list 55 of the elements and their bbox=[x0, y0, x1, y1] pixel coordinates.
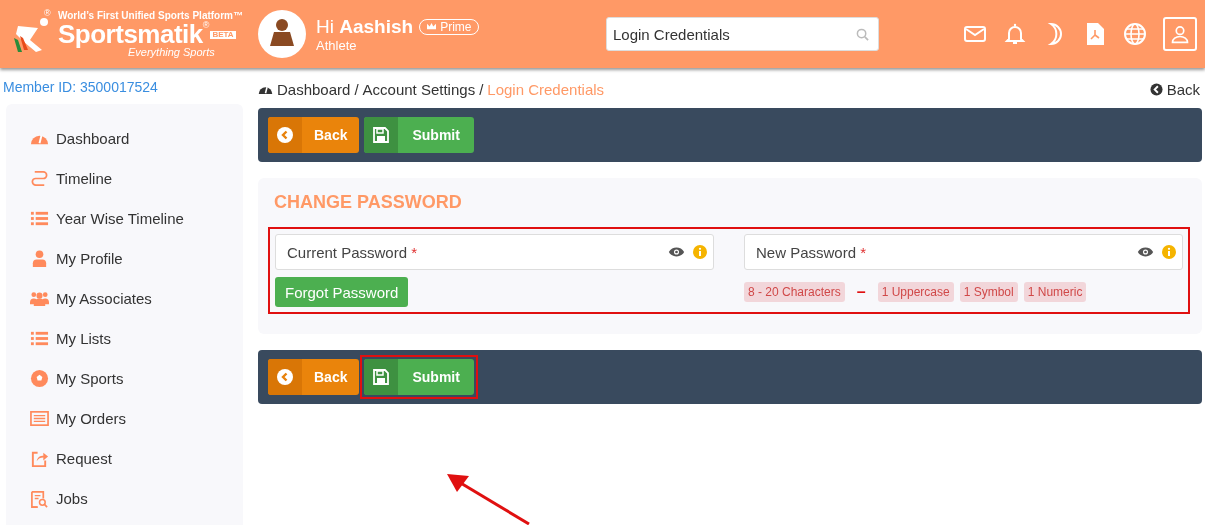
person-icon bbox=[30, 248, 49, 268]
chevron-left-icon bbox=[277, 127, 293, 143]
password-field[interactable]: New Password * bbox=[744, 234, 1183, 270]
breadcrumb-link[interactable]: Account Settings bbox=[362, 80, 476, 98]
greeting: Hi Aashish bbox=[316, 15, 414, 38]
password-field[interactable]: Current Password * bbox=[275, 234, 714, 270]
sidebar-item[interactable]: My Profile bbox=[30, 238, 123, 278]
dash: – bbox=[856, 283, 866, 301]
field-placeholder: Current Password * bbox=[287, 243, 419, 261]
crown-icon bbox=[426, 22, 438, 31]
route-icon bbox=[30, 168, 49, 188]
clipboard-search-icon bbox=[30, 488, 49, 508]
requirement-tag: 1 Uppercase bbox=[877, 282, 954, 302]
eye-icon[interactable] bbox=[668, 246, 685, 258]
registered-mark: ® bbox=[44, 8, 51, 18]
order-list-icon bbox=[30, 408, 49, 428]
breadcrumb-link[interactable]: Dashboard bbox=[277, 80, 351, 98]
slogan: Everything Sports bbox=[128, 47, 216, 58]
sidebar-item[interactable]: Request bbox=[30, 438, 112, 478]
info-icon[interactable] bbox=[693, 245, 707, 259]
sidebar-item[interactable]: Jobs bbox=[30, 478, 88, 518]
avatar[interactable] bbox=[258, 10, 306, 58]
beta-badge: BETA bbox=[210, 31, 236, 39]
field-placeholder: New Password * bbox=[756, 243, 868, 261]
registered-mark: ® bbox=[202, 21, 210, 30]
search-field[interactable]: Login Credentials bbox=[606, 17, 879, 51]
sidebar-item[interactable]: My Sports bbox=[30, 358, 124, 398]
breadcrumb-separator: / bbox=[479, 80, 484, 98]
sidebar-item[interactable]: My Lists bbox=[30, 318, 111, 358]
user-button[interactable] bbox=[1163, 17, 1197, 51]
info-icon[interactable] bbox=[1162, 245, 1176, 259]
sidebar-item[interactable]: My Orders bbox=[30, 398, 126, 438]
sidebar-item[interactable]: Year Wise Timeline bbox=[30, 198, 184, 238]
chevron-left-icon bbox=[277, 369, 293, 385]
search-icon bbox=[856, 28, 869, 41]
bell-icon[interactable] bbox=[1003, 22, 1027, 46]
sidebar-item[interactable]: Dashboard bbox=[30, 118, 130, 158]
breadcrumb-current: Login Credentials bbox=[487, 80, 605, 98]
globe-icon[interactable] bbox=[1123, 22, 1147, 46]
back-link[interactable]: Back bbox=[1149, 80, 1200, 98]
sidebar-item[interactable]: My Associates bbox=[30, 278, 152, 318]
brand-name: Sportsmatik bbox=[58, 21, 203, 47]
soccer-ball-icon bbox=[30, 368, 49, 388]
user-role: Athlete bbox=[316, 37, 358, 53]
requirement-tag: 1 Symbol bbox=[959, 282, 1018, 302]
sidebar-item[interactable]: Timeline bbox=[30, 158, 113, 198]
section-title: CHANGE PASSWORD bbox=[274, 192, 463, 213]
eye-icon[interactable] bbox=[1137, 246, 1154, 258]
requirement-tag: 8 - 20 Characters bbox=[744, 282, 845, 302]
tagline: World’s First Unified Sports Platform™ bbox=[58, 10, 243, 21]
back-circle-icon bbox=[1149, 82, 1163, 96]
member-id: Member ID: 3500017524 bbox=[3, 78, 159, 97]
user-icon bbox=[1170, 24, 1190, 44]
requirement-tag: 1 Numeric bbox=[1023, 282, 1087, 302]
breadcrumb-separator: / bbox=[354, 80, 359, 98]
